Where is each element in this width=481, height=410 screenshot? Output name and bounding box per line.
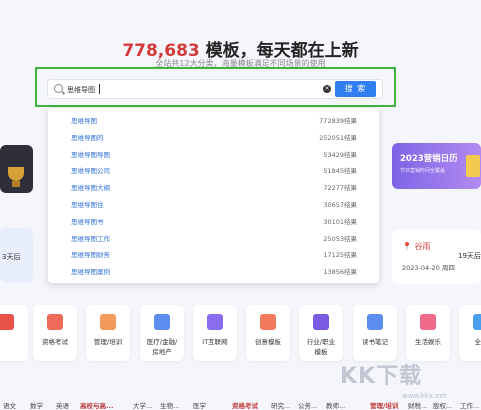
suggestion-item[interactable]: 思维导图 772839结果 [48, 110, 379, 127]
suggestion-item[interactable]: 思维导图公司 51845结果 [48, 160, 379, 177]
footer-link[interactable]: 教师... [326, 400, 345, 410]
suggestion-count: 30101结果 [323, 217, 357, 226]
left-event-days: 3天后 [2, 253, 21, 261]
promo-title: 2023营销日历 [400, 154, 458, 164]
category-icon [47, 314, 63, 330]
category-label: IT互联网 [202, 338, 228, 346]
suggestion-count: 772839结果 [319, 117, 357, 125]
search-input[interactable] [67, 82, 307, 97]
suggestion-keyword: 思维导图书 [71, 217, 104, 226]
category-icon [367, 314, 383, 330]
trophy-base [12, 181, 20, 187]
footer-link[interactable]: 医学 [193, 400, 206, 410]
category-icon [0, 314, 14, 330]
search-bar [47, 79, 383, 99]
category-label: 读书笔记 [362, 338, 388, 346]
suggestion-keyword: 思维导图导图 [71, 150, 110, 159]
category-tile[interactable]: 生活娱乐 [406, 305, 450, 361]
footer-link[interactable]: 研究... [271, 400, 290, 410]
footer-link[interactable]: 工作... [460, 400, 479, 410]
suggestion-keyword: 思维导图工作 [71, 234, 110, 243]
category-label: 全部 [474, 338, 481, 346]
footer-link[interactable]: 生物... [160, 400, 179, 410]
suggestion-count: 72277结果 [323, 184, 357, 193]
category-label: 高等 育 [0, 337, 29, 357]
category-label: 生活娱乐 [415, 338, 441, 346]
suggestion-count: 25053结果 [323, 234, 357, 243]
suggestion-dropdown: 思维导图 772839结果 思维导图的 252051结果 思维导图导图 53429结果 思维… [48, 108, 379, 283]
category-tile[interactable]: 高等 育 [0, 305, 28, 361]
suggestion-count: 51845结果 [323, 167, 357, 176]
suggestion-count: 53429结果 [323, 150, 357, 159]
category-icon [260, 314, 276, 330]
footer-link[interactable]: 财税... [408, 400, 427, 410]
event-date: 2023-04-20 周四 [402, 264, 455, 272]
category-label: 行业/职业 模板 [306, 338, 336, 356]
watermark-url: www.kkx.net [402, 392, 447, 400]
suggestion-item[interactable]: 思维导图的 252051结果 [48, 127, 379, 144]
suggestion-item[interactable]: 思维导图工作 25053结果 [48, 228, 379, 245]
category-tile[interactable]: IT互联网 [193, 305, 237, 361]
suggestion-item[interactable]: 思维导图财务 17125结果 [48, 244, 379, 261]
category-label: 创意模板 [255, 338, 281, 346]
category-icon [420, 314, 436, 330]
category-tile[interactable]: 资格考试 [33, 305, 77, 361]
calendar-icon [466, 155, 480, 177]
suggestion-item[interactable]: 思维导图住 30657结果 [48, 194, 379, 211]
search-button[interactable]: 搜 索 [335, 81, 376, 97]
clear-icon[interactable]: × [323, 85, 331, 93]
category-icon [207, 314, 223, 330]
suggestion-item[interactable]: 思维导图案例 13856结果 [48, 261, 379, 278]
category-tile[interactable]: 行业/职业 模板 [299, 305, 343, 361]
event-tag: 📍 谷雨 [402, 242, 431, 251]
footer-link[interactable]: 资格考试 [232, 400, 258, 410]
category-icon [154, 314, 170, 330]
marketing-calendar-card[interactable]: 2023营销日历 节日营销时间全覆盖 [392, 143, 481, 189]
category-label: 资格考试 [42, 338, 68, 346]
footer-links: 语文 数学 英语 高校与高... 大学... 生物... 医学 资格考试 研究... 公务... 教… [0, 399, 481, 410]
search-icon [54, 84, 63, 93]
category-tile[interactable]: 读书笔记 [353, 305, 397, 361]
category-label: 医疗/金融/ 房地产 [146, 338, 178, 356]
category-icon [473, 314, 481, 330]
category-tile[interactable]: 医疗/金融/ 房地产 [140, 305, 184, 361]
footer-link[interactable]: 高校与高... [80, 400, 113, 410]
category-tile[interactable]: 全部 [459, 305, 481, 361]
suggestion-keyword: 思维导图的 [71, 133, 104, 142]
footer-link[interactable]: 管理/培训 [370, 400, 398, 410]
footer-link[interactable]: 大学... [133, 400, 152, 410]
footer-link[interactable]: 英语 [56, 400, 69, 410]
suggestion-item[interactable]: 思维导图书 30101结果 [48, 211, 379, 228]
category-label: 管理/培训 [93, 338, 123, 346]
footer-link[interactable]: 数学 [30, 400, 43, 410]
suggestion-keyword: 思维导图公司 [71, 167, 110, 176]
footer-link[interactable]: 股权... [433, 400, 452, 410]
text-caret [99, 84, 100, 94]
suggestion-keyword: 思维导图大纲 [71, 184, 110, 193]
trophy-icon [8, 167, 24, 181]
category-tile[interactable]: 管理/培训 [86, 305, 130, 361]
suggestion-count: 30657结果 [323, 201, 357, 209]
suggestion-item[interactable]: 思维导图大纲 72277结果 [48, 177, 379, 194]
suggestion-count: 252051结果 [319, 133, 357, 142]
promo-subtitle: 节日营销时间全覆盖 [400, 168, 446, 174]
category-icon [313, 314, 329, 330]
footer-link[interactable]: 语文 [3, 400, 16, 410]
watermark-logo: KK下载 [340, 364, 423, 389]
event-days: 19天后 [458, 252, 481, 260]
suggestion-keyword: 思维导图案例 [71, 268, 110, 277]
trophy-card[interactable] [0, 145, 33, 193]
suggestion-keyword: 思维导图财务 [71, 251, 110, 260]
suggestion-count: 17125结果 [323, 251, 357, 260]
suggestion-keyword: 思维导图 [71, 117, 97, 125]
suggestion-keyword: 思维导图住 [71, 201, 104, 209]
suggestion-count: 13856结果 [323, 268, 357, 277]
footer-link[interactable]: 公务... [298, 400, 317, 410]
category-icon [100, 314, 116, 330]
suggestion-item[interactable]: 思维导图导图 53429结果 [48, 144, 379, 161]
category-tile[interactable]: 创意模板 [246, 305, 290, 361]
event-tag-label: 谷雨 [414, 242, 431, 251]
